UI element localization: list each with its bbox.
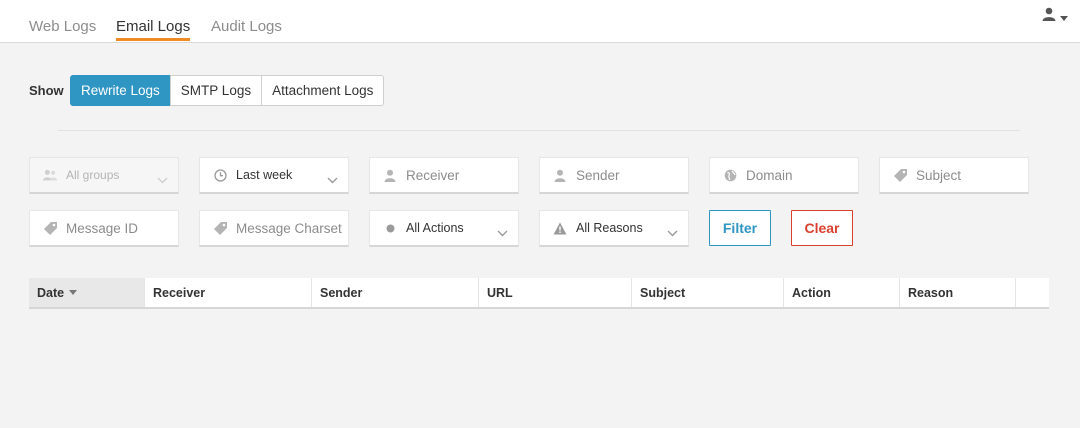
tab-email-logs[interactable]: Email Logs [116,18,191,41]
user-icon [1042,7,1056,26]
column-label: Action [792,285,831,300]
logs-table-header: Date Receiver Sender URL Subject Action … [29,278,1049,309]
warning-icon [552,220,568,236]
column-label: Date [37,285,65,300]
tag-icon [212,220,228,236]
tag-icon [42,220,58,236]
section-divider [58,130,1020,131]
message-charset-placeholder: Message Charset [236,220,342,236]
clock-icon [212,167,228,183]
chevron-down-icon [667,224,678,242]
reasons-value: All Reasons [576,221,643,235]
message-id-input[interactable]: Message ID [29,210,179,247]
period-select[interactable]: Last week [199,157,349,194]
clear-button[interactable]: Clear [791,210,853,246]
sort-down-icon [69,290,78,295]
column-action[interactable]: Action [784,278,900,307]
tab-web-logs[interactable]: Web Logs [29,18,96,36]
message-charset-input[interactable]: Message Charset [199,210,349,247]
top-navigation: Web Logs Email Logs Audit Logs [0,0,1080,43]
period-value: Last week [236,168,293,182]
column-label: Sender [320,285,363,300]
reasons-select[interactable]: All Reasons [539,210,689,247]
dot-icon [382,220,398,236]
column-date[interactable]: Date [29,278,145,307]
sender-input[interactable]: Sender [539,157,689,194]
chevron-down-icon [157,171,168,189]
domain-input[interactable]: Domain [709,157,859,194]
receiver-placeholder: Receiver [406,167,460,183]
column-label: Receiver [153,285,206,300]
column-extra [1016,278,1049,307]
sender-placeholder: Sender [576,167,620,183]
user-icon [552,167,568,183]
user-icon [382,167,398,183]
filter-button[interactable]: Filter [709,210,771,246]
subject-placeholder: Subject [916,167,962,183]
chevron-down-icon [497,224,508,242]
column-label: Reason [908,285,954,300]
rewrite-logs-button[interactable]: Rewrite Logs [70,75,171,106]
chevron-down-icon [327,171,338,189]
actions-value: All Actions [406,221,464,235]
subject-input[interactable]: Subject [879,157,1029,194]
message-id-placeholder: Message ID [66,220,139,236]
globe-icon [722,167,738,183]
column-url[interactable]: URL [479,278,632,307]
groups-select[interactable]: All groups [29,157,179,194]
column-sender[interactable]: Sender [312,278,479,307]
tag-icon [892,167,908,183]
column-reason[interactable]: Reason [900,278,1016,307]
log-type-selector: Rewrite Logs SMTP Logs Attachment Logs [70,75,385,106]
column-receiver[interactable]: Receiver [145,278,312,307]
smtp-logs-button[interactable]: SMTP Logs [169,75,263,106]
user-menu[interactable] [1042,7,1068,26]
groups-value: All groups [66,168,120,182]
receiver-input[interactable]: Receiver [369,157,519,194]
column-label: Subject [640,285,686,300]
show-label: Show [29,83,64,98]
domain-placeholder: Domain [746,167,793,183]
attachment-logs-button[interactable]: Attachment Logs [261,75,385,106]
column-label: URL [487,285,513,300]
column-subject[interactable]: Subject [632,278,784,307]
actions-select[interactable]: All Actions [369,210,519,247]
users-icon [42,167,58,183]
chevron-down-icon [1060,8,1068,26]
tab-audit-logs[interactable]: Audit Logs [211,18,282,36]
